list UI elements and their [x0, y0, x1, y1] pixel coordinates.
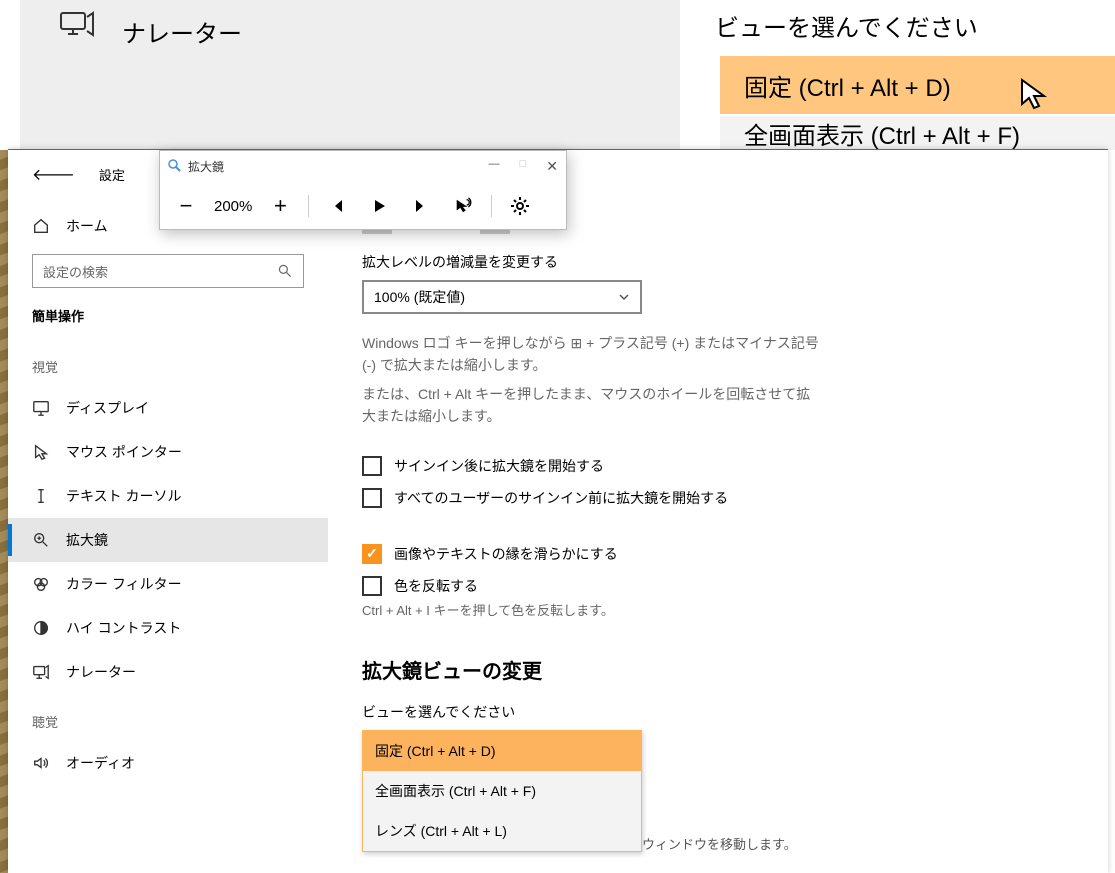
- audio-icon: [32, 754, 50, 772]
- color-filter-icon: [32, 575, 50, 593]
- nav-audio[interactable]: オーディオ: [8, 741, 328, 785]
- checkbox-label: 画像やテキストの縁を滑らかにする: [394, 544, 618, 564]
- text-cursor-icon: [32, 487, 50, 505]
- magnifier-icon: [32, 531, 50, 549]
- divider: [491, 195, 492, 217]
- checkbox-start-after-signin[interactable]: サインイン後に拡大鏡を開始する: [362, 456, 1102, 476]
- settings-button[interactable]: [506, 192, 534, 220]
- play-button[interactable]: [365, 192, 393, 220]
- nav-colorfilter-label: カラー フィルター: [66, 574, 182, 594]
- help-text-1: Windows ロゴ キーを押しながら ⊞ + プラス記号 (+) またはマイナ…: [362, 332, 822, 377]
- invert-hint: Ctrl + Alt + I キーを押して色を反転します。: [362, 600, 1102, 619]
- checkbox-label: 色を反転する: [394, 576, 478, 596]
- nav-audio-label: オーディオ: [66, 753, 135, 773]
- read-cursor-button[interactable]: [449, 192, 477, 220]
- divider: [308, 195, 309, 217]
- section-audio: 聴覚: [8, 694, 328, 741]
- nav-narrator[interactable]: ナレーター: [8, 650, 328, 694]
- zoom-help-block: Windows ロゴ キーを押しながら ⊞ + プラス記号 (+) またはマイナ…: [362, 332, 1102, 428]
- checkbox-icon: [362, 576, 382, 596]
- view-section-heading: 拡大鏡ビューの変更: [362, 655, 1102, 684]
- magnifier-titlebar[interactable]: 拡大鏡 — □ ✕: [160, 151, 566, 181]
- bg-view-option-docked[interactable]: 固定 (Ctrl + Alt + D): [720, 56, 1115, 114]
- mag-zoom-value: 200%: [214, 198, 252, 215]
- nav-mouse-pointer[interactable]: マウス ポインター: [8, 430, 328, 474]
- nav-high-contrast[interactable]: ハイ コントラスト: [8, 606, 328, 650]
- settings-title: 設定: [99, 165, 125, 184]
- increment-value: 100% (既定値): [374, 287, 465, 307]
- checkbox-icon: [362, 456, 382, 476]
- category-title: 簡単操作: [8, 306, 328, 339]
- magnifier-controls: − 200% +: [160, 181, 566, 231]
- checkbox-invert-colors[interactable]: 色を反転する: [362, 576, 1102, 596]
- narrator-icon: [32, 663, 50, 681]
- close-button[interactable]: ✕: [546, 158, 558, 175]
- next-button[interactable]: [407, 192, 435, 220]
- settings-window: 🡐 設定 ホーム 設定の検索 簡単操作 視覚 ディスプレイ マウス ポインター …: [8, 149, 1108, 873]
- bg-choose-view-label: ビューを選んでください: [715, 8, 978, 43]
- view-option-fullscreen[interactable]: 全画面表示 (Ctrl + Alt + F): [363, 771, 641, 811]
- nav-narrator-label: ナレーター: [66, 662, 136, 682]
- sidebar: ホーム 設定の検索 簡単操作 視覚 ディスプレイ マウス ポインター テキスト …: [8, 198, 328, 785]
- help-text-2: または、Ctrl + Alt キーを押したまま、マウスのホイールを回転させて拡大…: [362, 383, 822, 428]
- view-hint-cut: ウィンドウを移動します。: [642, 834, 1102, 853]
- maximize-button[interactable]: □: [520, 158, 527, 175]
- nav-contrast-label: ハイ コントラスト: [66, 618, 181, 638]
- nav-text-cursor[interactable]: テキスト カーソル: [8, 474, 328, 518]
- magnifier-toolbar-window[interactable]: 拡大鏡 — □ ✕ − 200% +: [159, 150, 567, 230]
- checkbox-icon-checked: [362, 544, 382, 564]
- search-placeholder: 設定の検索: [43, 262, 108, 281]
- mag-zoom-in-button[interactable]: +: [266, 192, 294, 220]
- increment-label: 拡大レベルの増減量を変更する: [362, 252, 1102, 272]
- nav-magnifier[interactable]: 拡大鏡: [8, 518, 328, 562]
- view-dropdown-open[interactable]: 固定 (Ctrl + Alt + D) 全画面表示 (Ctrl + Alt + …: [362, 730, 642, 852]
- narrator-icon: [60, 10, 94, 45]
- nav-color-filter[interactable]: カラー フィルター: [8, 562, 328, 606]
- checkbox-icon: [362, 488, 382, 508]
- prev-button[interactable]: [323, 192, 351, 220]
- nav-textcursor-label: テキスト カーソル: [66, 486, 181, 506]
- checkbox-label: すべてのユーザーのサインイン前に拡大鏡を開始する: [394, 488, 728, 508]
- search-icon: [277, 263, 293, 279]
- search-input[interactable]: 設定の検索: [32, 254, 304, 288]
- nav-display-label: ディスプレイ: [66, 398, 149, 418]
- pointer-icon: [32, 443, 50, 461]
- bg-narrator-label: ナレーター: [122, 14, 242, 49]
- home-label: ホーム: [66, 216, 108, 236]
- content-area: 拡大鏡 - 200% + 拡大レベルの増減量を変更する 100% (既定値) W…: [362, 222, 1102, 853]
- section-visual: 視覚: [8, 339, 328, 386]
- contrast-icon: [32, 619, 50, 637]
- view-option-lens[interactable]: レンズ (Ctrl + Alt + L): [363, 811, 641, 851]
- nav-magnifier-label: 拡大鏡: [66, 530, 108, 550]
- checkbox-start-before-signin[interactable]: すべてのユーザーのサインイン前に拡大鏡を開始する: [362, 488, 1102, 508]
- minimize-button[interactable]: —: [489, 158, 500, 175]
- increment-dropdown[interactable]: 100% (既定値): [362, 280, 642, 314]
- magnifier-app-icon: [168, 159, 182, 173]
- mag-zoom-out-button[interactable]: −: [172, 192, 200, 220]
- cursor-icon: [1020, 78, 1048, 118]
- bg-narrator-row: [20, 0, 680, 150]
- checkbox-smooth-edges[interactable]: 画像やテキストの縁を滑らかにする: [362, 544, 1102, 564]
- nav-display[interactable]: ディスプレイ: [8, 386, 328, 430]
- view-option-docked[interactable]: 固定 (Ctrl + Alt + D): [363, 731, 641, 771]
- home-icon: [32, 217, 50, 235]
- nav-mouse-label: マウス ポインター: [66, 442, 182, 462]
- choose-view-label: ビューを選んでください: [362, 702, 1102, 722]
- magnified-viewport-bg: ナレーター ビューを選んでください 固定 (Ctrl + Alt + D) 全画…: [0, 0, 1115, 150]
- back-button[interactable]: 🡐: [32, 164, 75, 185]
- checkbox-label: サインイン後に拡大鏡を開始する: [394, 456, 604, 476]
- magnifier-window-title: 拡大鏡: [188, 158, 224, 175]
- chevron-down-icon: [618, 291, 630, 303]
- display-icon: [32, 399, 50, 417]
- bg-view-option-full[interactable]: 全画面表示 (Ctrl + Alt + F): [720, 116, 1115, 150]
